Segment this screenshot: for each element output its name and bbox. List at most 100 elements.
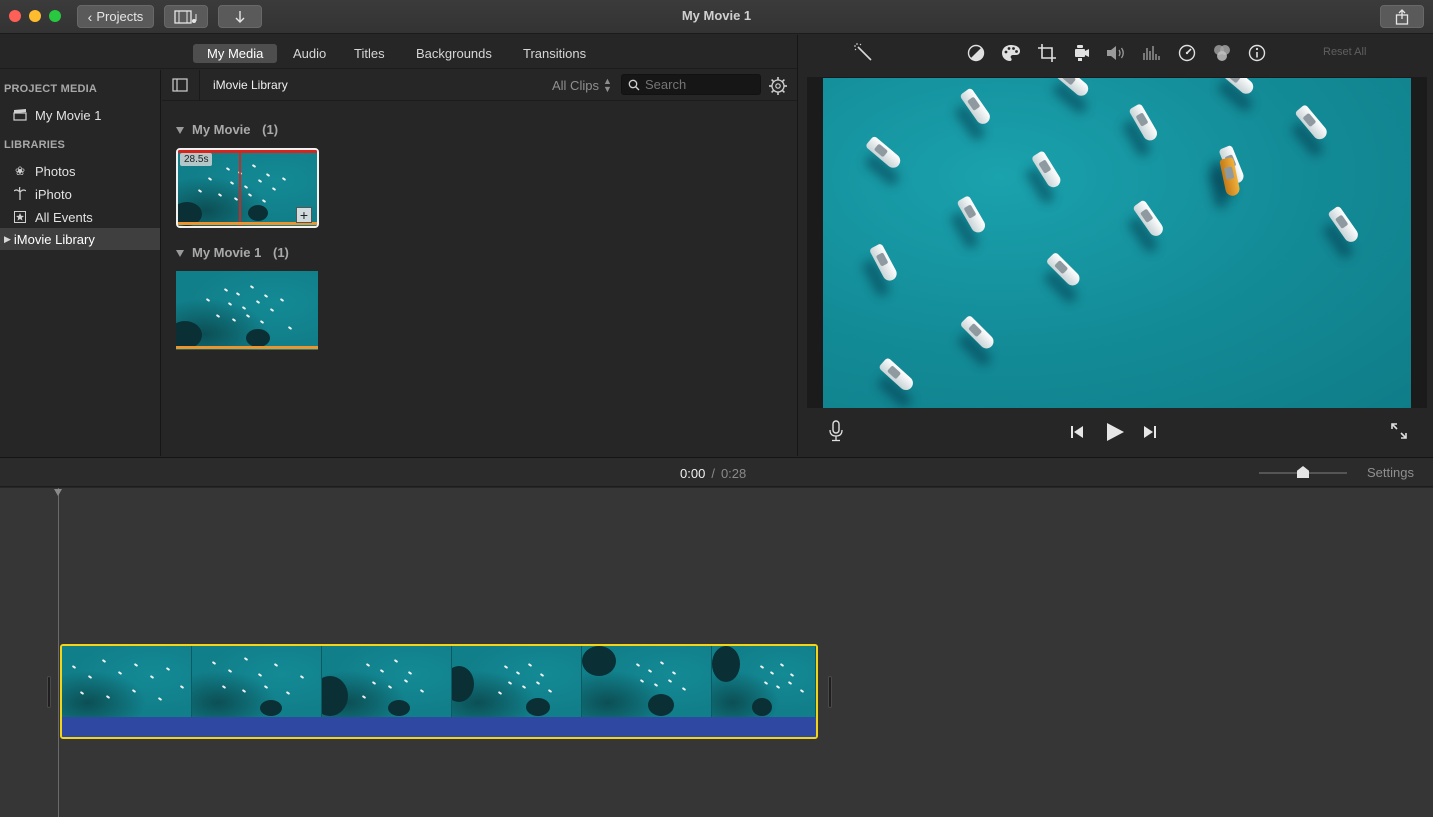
stabilization-icon [1075,45,1089,61]
sidebar-item-my-movie-1[interactable]: My Movie 1 [0,104,160,126]
event-name: My Movie 1 [192,245,262,260]
search-input[interactable] [645,77,755,92]
volume-button[interactable] [1106,43,1126,63]
playhead-handle-icon[interactable] [54,489,62,496]
sidebar-item-iphoto[interactable]: iPhoto [0,183,160,205]
playback-controls [798,412,1433,456]
fullscreen-button[interactable] [1389,421,1409,441]
import-button[interactable] [218,5,262,28]
gear-icon [769,77,787,95]
sidebar-toggle-button[interactable] [172,78,188,92]
tab-backgrounds[interactable]: Backgrounds [402,44,506,63]
viewer [807,77,1427,408]
clip-audio-waveform [62,717,816,737]
iphoto-icon [12,186,28,202]
libraries-heading: LIBRARIES [4,139,66,151]
window-title: My Movie 1 [681,8,752,23]
plus-icon: + [299,207,309,223]
search-icon [628,79,640,90]
sidebar-icon [172,78,188,92]
tab-my-media[interactable]: My Media [193,44,278,63]
share-icon [1395,8,1409,25]
projects-back-button[interactable]: ‹ Projects [77,5,154,28]
total-time: 0:28 [720,466,747,481]
disclosure-triangle-icon: ▶ [4,233,11,244]
reset-all-button[interactable]: Reset All [1323,46,1366,58]
title-bar: ‹ Projects My Movie 1 [0,0,1433,34]
skip-back-icon [1071,426,1083,438]
timeline-header: 0:00 / 0:28 Settings [0,457,1433,487]
crop-button[interactable] [1037,43,1057,63]
libraries-sidebar: PROJECT MEDIA My Movie 1 LIBRARIES ❀ Pho… [0,70,161,456]
tab-audio[interactable]: Audio [279,44,340,63]
chevron-left-icon: ‹ [87,8,93,25]
minimize-window-button[interactable] [29,10,41,22]
pane-divider[interactable] [797,35,798,456]
sidebar-item-all-events[interactable]: All Events [0,206,160,228]
media-browser-toggle-button[interactable] [164,5,208,28]
play-icon [1107,423,1124,441]
sidebar-item-label: My Movie 1 [35,107,102,123]
play-button[interactable] [1104,421,1126,443]
media-browser: My Movie (1) 28.5s + My Movie 1 (1) [162,102,797,456]
enhance-button[interactable] [854,43,874,63]
disclosure-triangle-icon [176,250,184,258]
speed-button[interactable] [1177,43,1197,63]
clip-thumbnail[interactable] [176,271,318,350]
clip-frame [582,646,712,717]
time-separator: / [711,466,715,481]
browser-settings-button[interactable] [768,76,788,96]
clip-frame [712,646,816,717]
timeline-clip[interactable] [60,644,818,739]
skip-forward-button[interactable] [1142,424,1158,440]
event-my-movie-header[interactable]: My Movie (1) [176,122,278,137]
timeline-start-handle[interactable] [47,676,51,708]
color-correction-button[interactable] [1001,43,1021,63]
zoom-slider-knob[interactable] [1297,466,1309,478]
search-field[interactable] [621,74,761,95]
clip-info-button[interactable] [1247,43,1267,63]
clapper-icon [12,107,28,123]
zoom-window-button[interactable] [49,10,61,22]
speed-icon [1178,44,1196,62]
clip-filter-select[interactable]: All Clips ▲ ▼ [552,76,612,94]
tab-titles[interactable]: Titles [340,44,399,63]
close-window-button[interactable] [9,10,21,22]
clip-filter-value: All Clips [552,77,599,93]
timeline-settings-button[interactable]: Settings [1367,465,1414,480]
media-tabs: My Media Audio Titles Backgrounds Transi… [0,35,797,69]
playhead[interactable] [58,488,59,817]
updown-chevron-icon: ▲ ▼ [602,76,612,94]
noise-reduction-button[interactable] [1141,43,1161,63]
stabilization-button[interactable] [1071,43,1091,63]
current-time: 0:00 [680,466,706,481]
event-count: (1) [262,122,279,137]
skip-back-button[interactable] [1069,424,1085,440]
sidebar-item-photos[interactable]: ❀ Photos [0,160,160,182]
voiceover-button[interactable] [827,420,845,442]
zoom-slider[interactable] [1259,466,1347,478]
viewer-toolbar: Reset All [798,35,1433,73]
info-icon [1248,44,1266,62]
sidebar-item-label: iMovie Library [13,231,95,247]
volume-icon [1107,46,1124,60]
clip-thumbnail-selected[interactable]: 28.5s + [176,148,319,228]
sidebar-item-label: Photos [35,163,76,179]
clip-filter-button[interactable] [1212,43,1232,63]
tab-transitions[interactable]: Transitions [509,44,600,63]
add-clip-button[interactable]: + [296,207,312,223]
timeline[interactable] [0,488,1433,817]
sidebar-item-label: iPhoto [35,186,72,202]
color-correction-icon [1002,45,1020,61]
skimmer-line [239,150,241,226]
color-balance-button[interactable] [966,43,986,63]
browser-toolbar: iMovie Library All Clips ▲ ▼ [162,70,797,101]
share-button[interactable] [1380,5,1424,28]
disclosure-triangle-icon [176,127,184,135]
timeline-end-handle[interactable] [828,676,832,708]
clip-frame [62,646,192,717]
event-my-movie-1-header[interactable]: My Movie 1 (1) [176,245,289,260]
timecode-display: 0:00 / 0:28 [680,466,746,481]
skip-forward-icon [1144,426,1156,438]
sidebar-item-imovie-library[interactable]: ▶ iMovie Library [0,228,160,250]
